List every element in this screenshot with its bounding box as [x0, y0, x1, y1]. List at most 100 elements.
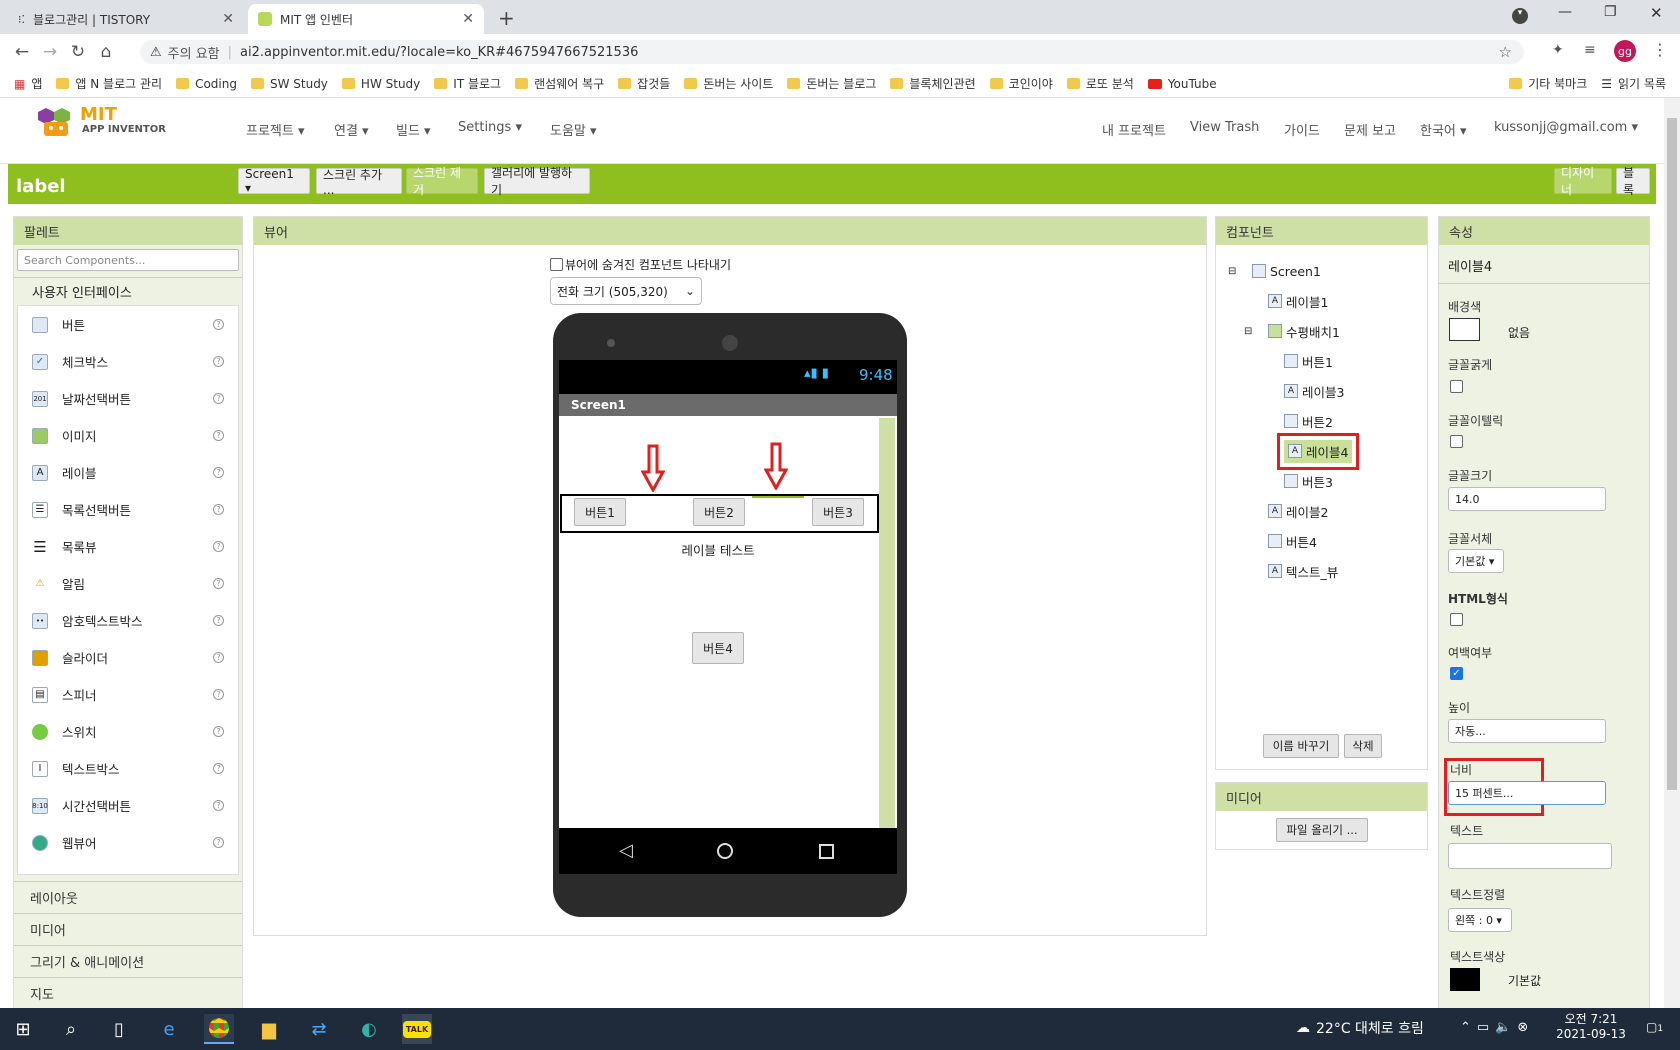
- chrome-menu-icon[interactable]: ⋮: [1652, 40, 1668, 59]
- bookmark-item[interactable]: 잡것들: [618, 75, 670, 92]
- bg-color-swatch[interactable]: [1449, 318, 1480, 341]
- typeface-select[interactable]: 기본값 ▾: [1448, 549, 1504, 573]
- bookmark-item[interactable]: 로또 분석: [1066, 75, 1134, 92]
- kakaotalk-icon[interactable]: TALK: [402, 1014, 432, 1044]
- palette-category-layout[interactable]: 레이아웃: [14, 881, 242, 913]
- back-icon[interactable]: ←: [8, 42, 36, 62]
- html-checkbox[interactable]: [1450, 613, 1463, 626]
- tab-search-icon[interactable]: ▾: [1512, 8, 1528, 24]
- palette-item-label[interactable]: A 레이블?: [18, 454, 238, 491]
- bookmark-item[interactable]: HW Study: [341, 77, 420, 91]
- palette-item-listpicker[interactable]: ☰ 목록선택버튼?: [18, 491, 238, 528]
- notification-icon[interactable]: ▢1: [1646, 1020, 1663, 1034]
- minimize-icon[interactable]: —: [1558, 4, 1572, 20]
- rename-button[interactable]: 이름 바꾸기: [1263, 734, 1339, 758]
- palette-item-button[interactable]: 버튼?: [18, 306, 238, 343]
- bookmark-apps[interactable]: ▦ 앱: [14, 75, 42, 92]
- font-size-input[interactable]: 14.0: [1448, 487, 1606, 511]
- internet-explorer-icon[interactable]: e: [154, 1014, 184, 1044]
- bookmark-other[interactable]: 기타 북마크: [1509, 75, 1587, 92]
- bookmark-item[interactable]: 랜섬웨어 복구: [515, 75, 604, 92]
- palette-item-spinner[interactable]: ▤ 스피너?: [18, 676, 238, 713]
- text-color-value[interactable]: 기본값: [1508, 972, 1541, 989]
- bookmark-item[interactable]: 블록체인관련: [890, 75, 976, 92]
- new-tab-button[interactable]: +: [498, 6, 515, 30]
- phone-screen-title[interactable]: Screen1: [559, 394, 897, 416]
- palette-item-listview[interactable]: ☰ 목록뷰?: [18, 528, 238, 565]
- menu-project[interactable]: 프로젝트 ▾: [246, 120, 305, 139]
- chrome-icon[interactable]: [204, 1014, 234, 1044]
- reading-list-icon[interactable]: ≡: [1584, 42, 1596, 58]
- menu-connect[interactable]: 연결 ▾: [334, 120, 369, 139]
- bookmark-item[interactable]: IT 블로그: [434, 75, 501, 92]
- forward-icon[interactable]: →: [36, 42, 64, 62]
- url-text[interactable]: ai2.appinventor.mit.edu/?locale=ko_KR#46…: [240, 45, 638, 60]
- bookmark-item[interactable]: 앱 N 블로그 관리: [56, 75, 162, 92]
- palette-category-user-interface[interactable]: 사용자 인터페이스: [14, 277, 242, 305]
- blocks-button[interactable]: 블록: [1616, 166, 1650, 197]
- bg-color-value[interactable]: 없음: [1508, 324, 1530, 341]
- phone-label-test[interactable]: 레이블 테스트: [559, 540, 877, 559]
- menu-view-trash[interactable]: View Trash: [1190, 120, 1259, 135]
- address-bar[interactable]: ⚠ 주의 요함 | ai2.appinventor.mit.edu/?local…: [140, 40, 1524, 64]
- show-hidden-checkbox-row[interactable]: 뷰어에 숨겨진 컴포넌트 나타내기: [550, 256, 731, 273]
- menu-account[interactable]: kussonjj@gmail.com ▾: [1494, 120, 1638, 135]
- screen-select-button[interactable]: Screen1 ▾: [238, 167, 310, 195]
- phone-button-1[interactable]: 버튼1: [574, 498, 626, 526]
- height-input[interactable]: 자동...: [1448, 719, 1606, 743]
- phone-button-4[interactable]: 버튼4: [692, 632, 744, 664]
- tree-horizontal-arrangement1[interactable]: ⊟ 수평배치1: [1228, 316, 1352, 346]
- tree-label1[interactable]: A 레이블1: [1228, 286, 1352, 316]
- phone-size-select[interactable]: 전화 크기 (505,320) ⌄: [550, 277, 702, 305]
- phone-screen[interactable]: [559, 416, 897, 828]
- tree-text-view[interactable]: A 텍스트_뷰: [1228, 556, 1352, 586]
- search-icon[interactable]: ⌕: [56, 1014, 86, 1044]
- close-tab-icon[interactable]: ✕: [222, 11, 234, 27]
- palette-item-image[interactable]: 이미지?: [18, 417, 238, 454]
- file-explorer-icon[interactable]: ▆: [254, 1014, 284, 1044]
- width-input[interactable]: 15 퍼센트...: [1448, 781, 1606, 805]
- menu-help[interactable]: 도움말 ▾: [550, 120, 597, 139]
- palette-item-checkbox[interactable]: ✓ 체크박스?: [18, 343, 238, 380]
- palette-search-input[interactable]: Search Components...: [17, 249, 239, 271]
- bookmark-youtube[interactable]: YouTube: [1147, 77, 1217, 91]
- browser-tab-appinventor[interactable]: MIT 앱 인벤터 ✕: [248, 4, 484, 34]
- bookmark-item[interactable]: 돈버는 사이트: [684, 75, 773, 92]
- upload-file-button[interactable]: 파일 올리기 ...: [1276, 818, 1368, 842]
- weather-widget[interactable]: ☁ 22°C 대체로 흐림: [1296, 1018, 1424, 1038]
- palette-item-textbox[interactable]: I 텍스트박스?: [18, 750, 238, 787]
- tree-button1[interactable]: 버튼1: [1228, 346, 1352, 376]
- margin-checkbox[interactable]: ✓: [1450, 667, 1463, 680]
- mit-logo-icon[interactable]: [36, 106, 76, 140]
- tree-button2[interactable]: 버튼2: [1228, 406, 1352, 436]
- security-warning[interactable]: 주의 요함: [168, 43, 220, 62]
- bookmark-item[interactable]: 코인이야: [989, 75, 1053, 92]
- task-view-icon[interactable]: ▯: [104, 1014, 134, 1044]
- menu-guide[interactable]: 가이드: [1284, 120, 1320, 139]
- maximize-icon[interactable]: ❐: [1604, 4, 1617, 20]
- menu-my-projects[interactable]: 내 프로젝트: [1102, 120, 1166, 139]
- palette-item-switch[interactable]: 스위치?: [18, 713, 238, 750]
- reload-icon[interactable]: ↻: [64, 42, 92, 62]
- show-hidden-checkbox[interactable]: [550, 258, 563, 271]
- menu-build[interactable]: 빌드 ▾: [396, 120, 431, 139]
- publish-gallery-button[interactable]: 갤러리에 발행하기: [484, 166, 590, 197]
- tree-screen1[interactable]: ⊟ Screen1: [1228, 256, 1352, 286]
- palette-item-passwordtextbox[interactable]: •• 암호텍스트박스?: [18, 602, 238, 639]
- palette-category-media[interactable]: 미디어: [14, 913, 242, 945]
- bold-checkbox[interactable]: [1450, 380, 1463, 393]
- tree-button3[interactable]: 버튼3: [1228, 466, 1352, 496]
- menu-report-issue[interactable]: 문제 보고: [1344, 120, 1396, 139]
- phone-button-3[interactable]: 버튼3: [812, 498, 864, 526]
- extensions-icon[interactable]: ✦: [1552, 42, 1564, 58]
- phone-button-2[interactable]: 버튼2: [693, 498, 745, 526]
- bookmark-item[interactable]: SW Study: [250, 77, 328, 91]
- palette-category-maps[interactable]: 지도: [14, 977, 242, 1009]
- windows-start-icon[interactable]: ⊞: [8, 1014, 38, 1044]
- bookmark-reading-list[interactable]: ☰ 읽기 목록: [1601, 75, 1666, 92]
- palette-item-datepicker[interactable]: 201 날짜선택버튼?: [18, 380, 238, 417]
- palette-item-webviewer[interactable]: 웹뷰어?: [18, 824, 238, 861]
- palette-item-notifier[interactable]: ⚠ 알림?: [18, 565, 238, 602]
- menu-language[interactable]: 한국어 ▾: [1420, 120, 1467, 139]
- designer-button[interactable]: 디자이너: [1554, 166, 1612, 197]
